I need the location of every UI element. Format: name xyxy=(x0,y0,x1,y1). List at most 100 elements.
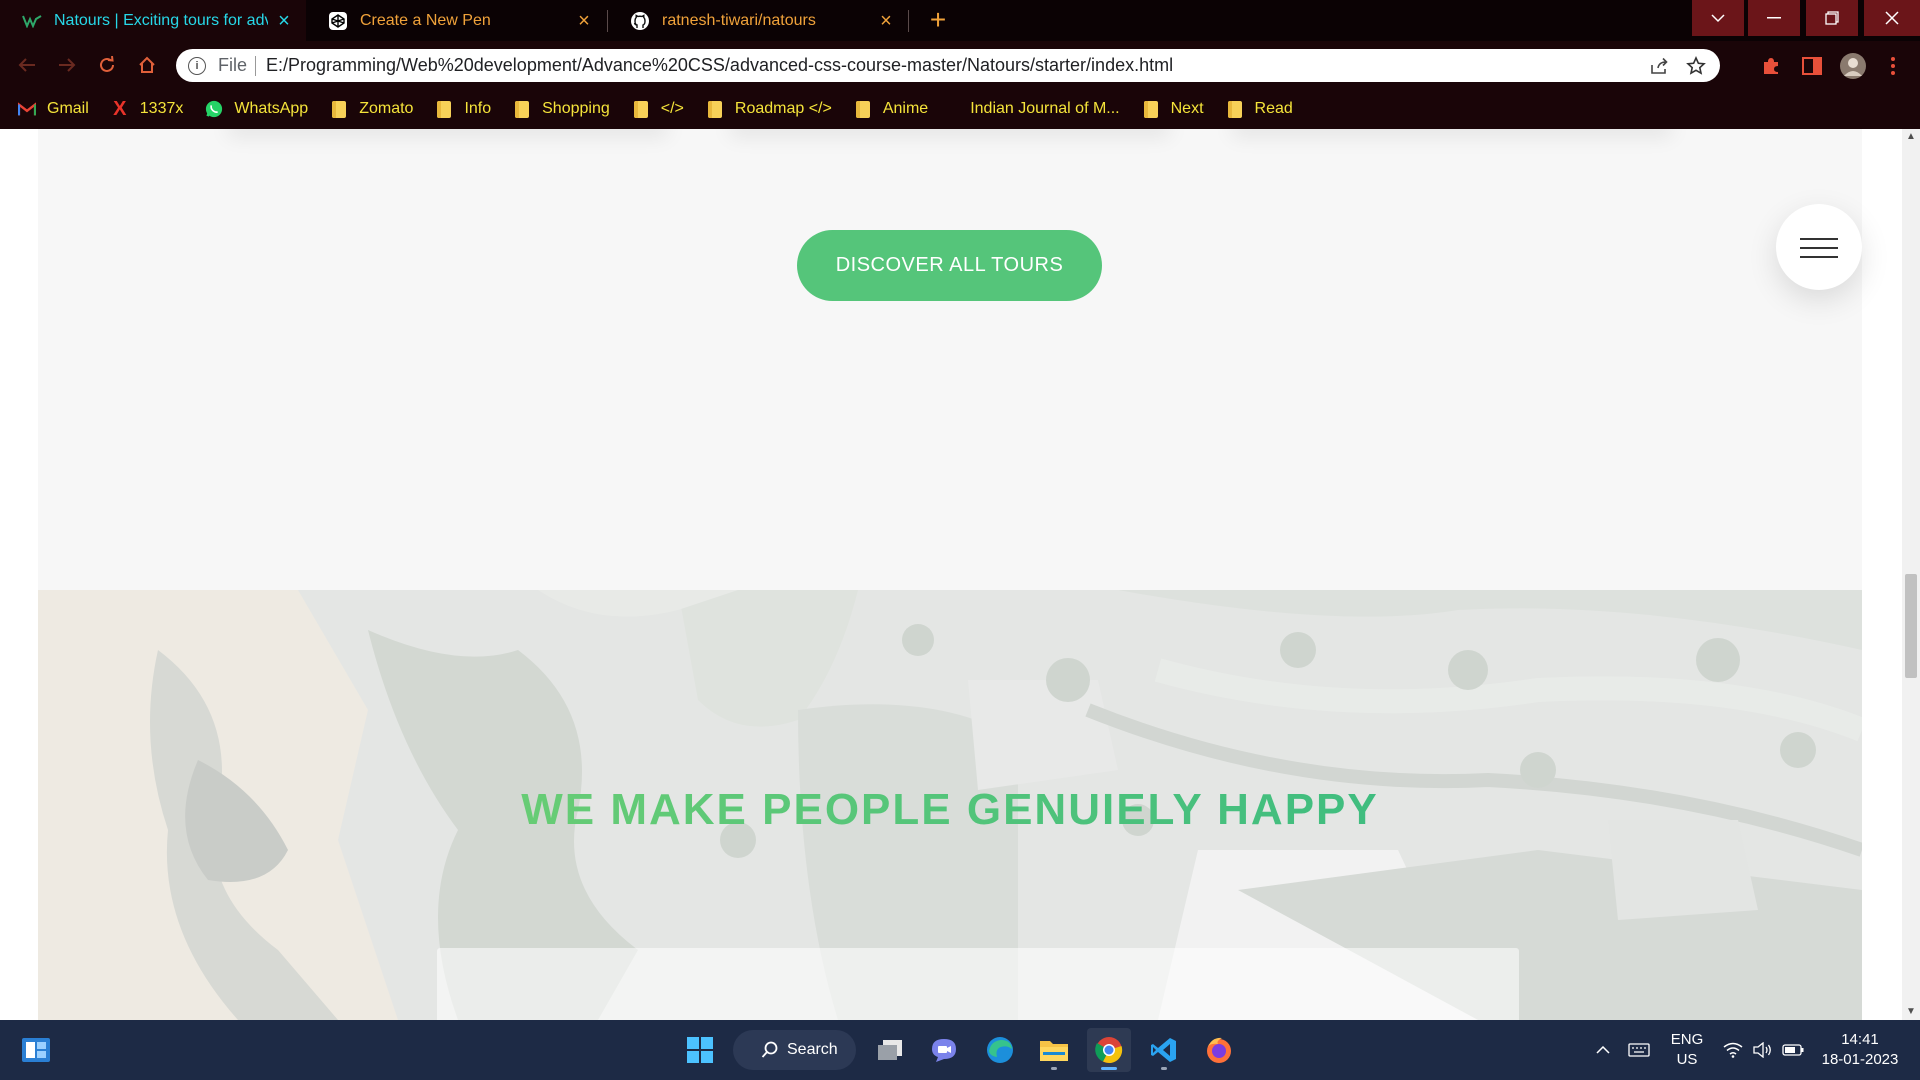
bookmark-label: </> xyxy=(660,100,684,117)
home-button[interactable] xyxy=(130,48,164,82)
taskbar-search-box[interactable]: Search xyxy=(733,1030,856,1070)
bookmark-folder-info[interactable]: Info xyxy=(435,100,491,118)
show-hidden-icons-chevron-icon[interactable] xyxy=(1590,1020,1616,1080)
browser-tab-strip: Natours | Exciting tours for adven × Cre… xyxy=(0,0,1920,41)
codepen-icon xyxy=(328,11,348,31)
navigation-toggle-button[interactable] xyxy=(1776,204,1862,290)
running-indicator xyxy=(1051,1067,1057,1070)
hamburger-icon-line xyxy=(1800,256,1838,258)
tab-title: Natours | Exciting tours for adven xyxy=(54,11,268,29)
bookmark-folder-next[interactable]: Next xyxy=(1142,100,1204,118)
reload-button[interactable] xyxy=(90,48,124,82)
firefox-icon[interactable] xyxy=(1197,1028,1241,1072)
minimize-button[interactable] xyxy=(1748,0,1800,36)
teams-chat-icon[interactable] xyxy=(922,1028,966,1072)
bookmark-label: Zomato xyxy=(359,100,414,117)
bookmark-label: Gmail xyxy=(47,100,89,117)
extensions-icon[interactable] xyxy=(1756,51,1786,81)
x-icon: X xyxy=(113,97,127,120)
hamburger-icon-line xyxy=(1800,238,1838,240)
bookmark-star-icon[interactable] xyxy=(1678,49,1714,82)
windows-start-icon[interactable] xyxy=(678,1028,722,1072)
folder-icon xyxy=(706,100,724,118)
scroll-up-arrow-icon[interactable]: ▲ xyxy=(1902,129,1920,145)
section-stories: WE MAKE PEOPLE GENUIELY HAPPY xyxy=(38,590,1862,1020)
tab-title: Create a New Pen xyxy=(360,11,491,29)
natours-page: DISCOVER ALL TOURS WE MAKE PEOPLE GENUIE… xyxy=(38,129,1862,1020)
gmail-icon xyxy=(18,100,36,118)
bookmark-label: Shopping xyxy=(542,100,610,117)
bookmark-gmail[interactable]: Gmail xyxy=(18,100,89,118)
edge-icon[interactable] xyxy=(978,1028,1022,1072)
close-icon[interactable]: × xyxy=(878,11,894,31)
bookmark-label: WhatsApp xyxy=(234,100,309,117)
browser-toolbar: i File E:/Programming/Web%20development/… xyxy=(0,41,1920,89)
restore-button[interactable] xyxy=(1806,0,1858,36)
share-icon[interactable] xyxy=(1642,49,1678,82)
keyboard-icon[interactable] xyxy=(1624,1020,1654,1080)
widgets-icon[interactable] xyxy=(14,1028,58,1072)
folder-icon xyxy=(1142,100,1160,118)
folder-icon xyxy=(1226,100,1244,118)
tab-separator xyxy=(908,10,909,32)
bookmark-folder-anime[interactable]: Anime xyxy=(854,100,928,118)
folder-icon xyxy=(513,100,531,118)
scrollbar-thumb[interactable] xyxy=(1905,574,1917,678)
bookmark-indian-journal[interactable]: Indian Journal of M... xyxy=(970,100,1119,118)
close-window-button[interactable] xyxy=(1864,0,1920,36)
bookmark-label: 1337x xyxy=(139,100,184,117)
tab-github[interactable]: ratnesh-tiwari/natours × xyxy=(608,0,908,41)
bookmark-label: Info xyxy=(464,100,492,117)
bookmark-label: Read xyxy=(1254,100,1293,117)
bookmark-label: Indian Journal of M... xyxy=(970,100,1120,117)
tab-title: ratnesh-tiwari/natours xyxy=(662,11,816,29)
clock-date: 18-01-2023 xyxy=(1821,1051,1899,1068)
volume-icon[interactable] xyxy=(1750,1020,1776,1080)
task-view-icon[interactable] xyxy=(868,1028,912,1072)
bookmark-whatsapp[interactable]: WhatsApp xyxy=(205,100,308,118)
bookmark-folder-read[interactable]: Read xyxy=(1226,100,1293,118)
bookmark-folder-code[interactable]: </> xyxy=(632,100,684,118)
folder-icon xyxy=(632,100,650,118)
folder-icon xyxy=(330,100,348,118)
address-url[interactable]: E:/Programming/Web%20development/Advance… xyxy=(266,55,1642,76)
close-icon[interactable]: × xyxy=(576,11,592,31)
side-panel-icon[interactable] xyxy=(1797,51,1827,81)
page-scrollbar[interactable]: ▲ ▼ xyxy=(1902,129,1920,1020)
forward-button[interactable] xyxy=(50,48,84,82)
story-card xyxy=(437,948,1519,1020)
tab-natours[interactable]: Natours | Exciting tours for adven × xyxy=(0,0,306,41)
scroll-down-arrow-icon[interactable]: ▼ xyxy=(1902,1004,1920,1020)
battery-icon[interactable] xyxy=(1780,1020,1806,1080)
bookmark-1337x[interactable]: X 1337x xyxy=(111,97,184,120)
stories-heading: WE MAKE PEOPLE GENUIELY HAPPY xyxy=(38,785,1862,835)
active-indicator xyxy=(1101,1067,1117,1070)
clock[interactable]: 14:41 18-01-2023 xyxy=(1812,1020,1908,1080)
address-bar[interactable]: i File E:/Programming/Web%20development/… xyxy=(176,49,1720,82)
windows-taskbar: Search ENG US 14:41 18-01-2023 xyxy=(0,1020,1920,1080)
bookmark-folder-zomato[interactable]: Zomato xyxy=(330,100,413,118)
address-divider xyxy=(255,55,257,76)
input-language-indicator[interactable]: ENG US xyxy=(1664,1020,1710,1080)
section-tours: DISCOVER ALL TOURS xyxy=(38,129,1862,590)
new-tab-button[interactable]: + xyxy=(922,4,954,36)
tab-search-button[interactable] xyxy=(1692,0,1744,36)
more-menu-icon[interactable] xyxy=(1878,51,1908,81)
natours-logo-icon xyxy=(22,11,42,31)
profile-avatar[interactable] xyxy=(1838,51,1868,81)
file-explorer-icon[interactable] xyxy=(1032,1028,1076,1072)
bookmark-label: Next xyxy=(1170,100,1204,117)
close-icon[interactable]: × xyxy=(276,11,292,31)
chrome-icon[interactable] xyxy=(1087,1028,1131,1072)
hamburger-icon-line xyxy=(1800,247,1838,249)
bookmark-folder-roadmap[interactable]: Roadmap </> xyxy=(706,100,832,118)
wifi-icon[interactable] xyxy=(1720,1020,1746,1080)
info-icon[interactable]: i xyxy=(188,56,206,75)
whatsapp-icon xyxy=(205,100,223,118)
back-button[interactable] xyxy=(10,48,44,82)
bookmark-folder-shopping[interactable]: Shopping xyxy=(513,100,610,118)
vscode-icon[interactable] xyxy=(1142,1028,1186,1072)
folder-icon xyxy=(854,100,872,118)
discover-all-tours-button[interactable]: DISCOVER ALL TOURS xyxy=(797,230,1102,301)
tab-codepen[interactable]: Create a New Pen × xyxy=(306,0,606,41)
